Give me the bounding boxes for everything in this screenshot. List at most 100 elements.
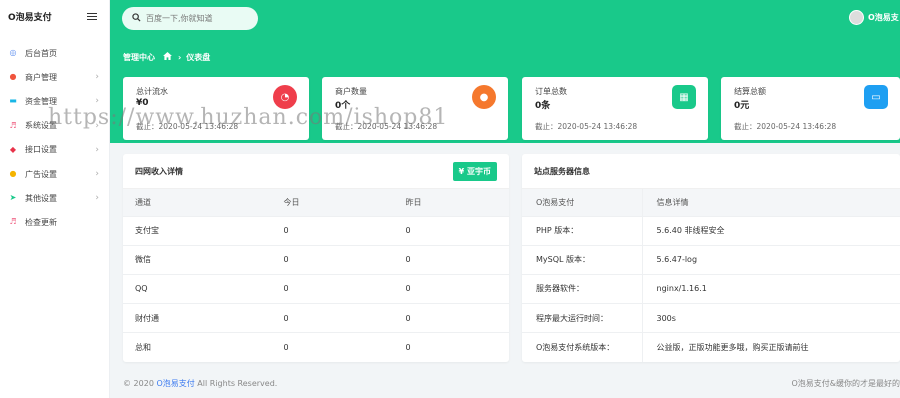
table-cell: PHP 版本： <box>522 215 643 246</box>
sidebar-item-4-icon: ◆ <box>9 144 17 154</box>
stat-timestamp: 截止：2020-05-24 13:46:28 <box>535 122 638 131</box>
sidebar: O泡易支付 ◎ 后台首页 ● 商户管理 › ▬ 资金管理 › ♬ 系统设置 › ◆ 接口设置 › ● 广告设置… <box>0 0 110 398</box>
breadcrumb-section[interactable]: 管理中心 <box>123 52 155 63</box>
sidebar-item-label: 接口设置 <box>25 145 57 155</box>
income-column-header: 通道 <box>123 189 272 216</box>
sidebar-item[interactable]: ● 广告设置 › <box>0 162 109 186</box>
stat-timestamp: 截止：2020-05-24 13:46:28 <box>136 122 239 131</box>
stat-title: 商户数量 <box>335 87 367 96</box>
footer-rights: All Rights Reserved. <box>197 379 278 388</box>
sidebar-item-7-icon: ♬ <box>9 217 17 227</box>
sidebar-item-label: 广告设置 <box>25 169 57 179</box>
income-panel-title: 四网收入详情 <box>135 166 183 176</box>
table-cell: 5.6.40 非线程安全 <box>642 215 900 246</box>
sidebar-item[interactable]: ▬ 资金管理 › <box>0 89 109 113</box>
table-cell: 支付宝 <box>123 215 272 246</box>
table-cell: 300s <box>642 303 900 333</box>
table-cell: 服务器软件： <box>522 273 643 304</box>
stat-card: 商户数量 0个 截止：2020-05-24 13:46:28 ● <box>322 77 508 140</box>
sidebar-item-label: 后台首页 <box>25 48 57 58</box>
server-column-header: O泡易支付 <box>522 189 643 216</box>
table-row: 微信 0 0 <box>123 244 509 275</box>
table-cell: 总和 <box>123 332 272 362</box>
table-cell: 财付通 <box>123 303 272 333</box>
menu-toggle-icon[interactable] <box>87 12 97 21</box>
breadcrumb-separator: › <box>178 53 182 62</box>
table-row: O泡易支付系统版本： 公益版，正版功能更多哦，购买正版请前往 <box>522 332 900 362</box>
sidebar-item[interactable]: ♬ 系统设置 › <box>0 114 109 138</box>
user-name[interactable]: O泡易支 <box>868 12 900 23</box>
sidebar-item[interactable]: ● 商户管理 › <box>0 65 109 89</box>
user-menu[interactable]: O泡易支 <box>849 10 900 25</box>
table-cell: MySQL 版本： <box>522 244 643 275</box>
breadcrumb-page: 仪表盘 <box>186 53 211 62</box>
table-cell: 5.6.47-log <box>642 244 900 275</box>
currency-button[interactable]: ¥ 亚宇币 <box>452 161 497 181</box>
table-cell: 0 <box>271 332 394 362</box>
search-box[interactable] <box>122 7 258 30</box>
table-row: PHP 版本： 5.6.40 非线程安全 <box>522 215 900 246</box>
stat-value: 0元 <box>734 101 750 111</box>
chevron-right-icon: › <box>95 72 99 83</box>
table-cell: nginx/1.16.1 <box>642 273 900 304</box>
sidebar-item[interactable]: ◎ 后台首页 <box>0 41 109 65</box>
stat-timestamp: 截止：2020-05-24 13:46:28 <box>335 122 438 131</box>
footer-year: © 2020 <box>123 379 154 388</box>
sidebar-item-label: 资金管理 <box>25 96 57 106</box>
sidebar-nav: ◎ 后台首页 ● 商户管理 › ▬ 资金管理 › ♬ 系统设置 › ◆ 接口设置 › ● 广告设置 › ➤ 其他设置… <box>0 41 109 235</box>
table-row: 财付通 0 0 <box>123 303 509 333</box>
table-cell: 0 <box>271 273 394 304</box>
sidebar-item[interactable]: ♬ 检查更新 <box>0 210 109 234</box>
income-column-header: 今日 <box>271 189 394 216</box>
table-cell: 公益版，正版功能更多哦，购买正版请前往 <box>642 332 900 362</box>
table-cell: 0 <box>271 244 394 275</box>
stat-card: 结算总额 0元截止：2020-05-24 13:46:28 ▭ <box>721 77 900 140</box>
sidebar-item-label: 检查更新 <box>25 217 57 227</box>
stat-title: 总计流水 <box>136 87 168 96</box>
stat-value: 0个 <box>335 101 351 111</box>
table-cell: 0 <box>271 303 394 333</box>
table-cell: 0 <box>271 215 394 246</box>
brand-bar: O泡易支付 <box>0 0 109 33</box>
table-cell: 程序最大运行时间： <box>522 303 643 333</box>
sidebar-item-0-icon: ◎ <box>9 48 17 58</box>
sidebar-item-2-icon: ▬ <box>9 96 17 106</box>
chevron-right-icon: › <box>95 96 99 107</box>
stat-card: 订单总数 0条 截止：2020-05-24 13:46:28 ▦ <box>522 77 708 140</box>
table-cell: 0 <box>393 303 509 333</box>
sidebar-item-6-icon: ➤ <box>9 193 17 203</box>
brand-name: O泡易支付 <box>8 13 52 23</box>
stat-title: 订单总数 <box>535 87 567 96</box>
table-row: 支付宝 0 0 <box>123 215 509 246</box>
chevron-right-icon: › <box>95 144 99 155</box>
server-panel-title: 站点服务器信息 <box>534 166 590 176</box>
income-table: 通道 今日 昨日 支付宝 0 0 微信 0 0 QQ 0 0 财付通 0 0 总和 0 0 <box>123 189 509 362</box>
table-cell: 0 <box>393 273 509 304</box>
stat-timestamp: 截止：2020-05-24 13:46:28 <box>734 122 837 131</box>
stat-title: 结算总额 <box>734 87 766 96</box>
stat-value: ¥0 <box>136 98 149 108</box>
sidebar-item-3-icon: ♬ <box>9 120 17 130</box>
chevron-right-icon: › <box>95 169 99 180</box>
server-table: O泡易支付 信息详情 PHP 版本： 5.6.40 非线程安全 MySQL 版本： 5.… <box>522 189 900 362</box>
avatar[interactable] <box>849 10 864 25</box>
stat-card: 总计流水 ¥0 截止：2020-05-24 13:46:28 ◔ <box>123 77 309 140</box>
table-row: QQ 0 0 <box>123 273 509 304</box>
sidebar-item[interactable]: ◆ 接口设置 › <box>0 138 109 162</box>
sidebar-item-label: 其他设置 <box>25 193 57 203</box>
table-row: MySQL 版本： 5.6.47-log <box>522 244 900 275</box>
sidebar-item-5-icon: ● <box>9 169 17 179</box>
server-column-header: 信息详情 <box>642 189 900 216</box>
wallet-icon: ▭ <box>864 85 888 109</box>
footer-brand-link[interactable]: O泡易支付 <box>156 379 194 388</box>
search-input[interactable] <box>146 14 246 23</box>
table-row: 服务器软件： nginx/1.16.1 <box>522 273 900 304</box>
search-icon[interactable] <box>132 12 141 25</box>
table-cell: 0 <box>393 244 509 275</box>
home-icon[interactable] <box>163 52 172 63</box>
sidebar-item[interactable]: ➤ 其他设置 › <box>0 186 109 210</box>
server-panel-header: 站点服务器信息 <box>522 154 900 189</box>
table-cell: QQ <box>123 273 272 304</box>
chevron-right-icon: › <box>95 120 99 131</box>
cart-icon: ▦ <box>672 85 696 109</box>
